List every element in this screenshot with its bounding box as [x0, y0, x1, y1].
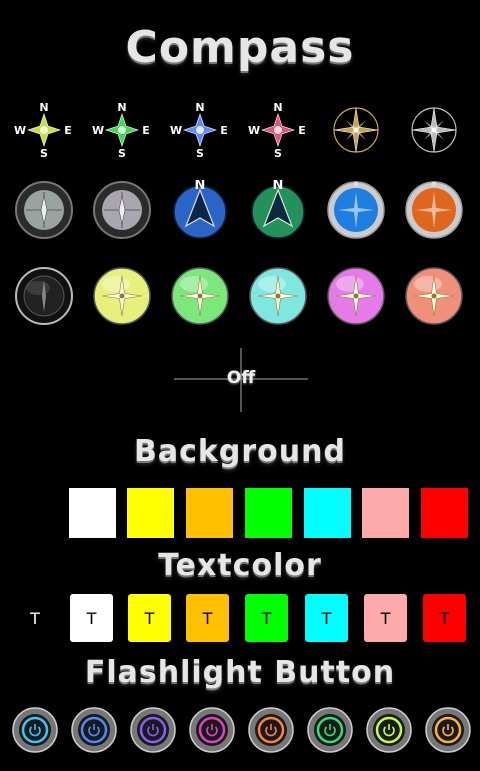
- svg-text:N: N: [195, 101, 204, 114]
- background-title: Background: [134, 434, 346, 469]
- svg-text:S: S: [40, 147, 48, 160]
- compass-rose-gold-icon[interactable]: [326, 100, 386, 160]
- svg-text:S: S: [196, 147, 204, 160]
- svg-text:E: E: [298, 124, 306, 137]
- power-icon: [248, 707, 294, 753]
- flashlight-button-lime[interactable]: [366, 707, 412, 753]
- textcolor-title: Textcolor: [158, 548, 322, 583]
- background-color-swatch[interactable]: [186, 488, 233, 538]
- flashlight-button-violet[interactable]: [130, 707, 176, 753]
- compass-star-blue-icon[interactable]: N S W E: [170, 100, 230, 160]
- compass-sphere-green-icon[interactable]: [170, 266, 230, 326]
- compass-dial-light-icon[interactable]: [92, 180, 152, 240]
- svg-text:W: W: [14, 124, 26, 137]
- compass-star-pink-icon[interactable]: N S W E: [248, 100, 308, 160]
- background-color-swatch[interactable]: [127, 488, 174, 538]
- compass-arrow-blue-icon[interactable]: N: [170, 180, 230, 240]
- textcolor-swatch[interactable]: T: [70, 594, 113, 642]
- svg-text:E: E: [142, 124, 150, 137]
- textcolor-swatch[interactable]: T: [364, 594, 407, 642]
- textcolor-plain-option[interactable]: T: [20, 594, 50, 642]
- power-icon: [71, 707, 117, 753]
- flashlight-button-magenta[interactable]: [189, 707, 235, 753]
- compass-star-yellow-icon[interactable]: N S W E: [14, 100, 74, 160]
- svg-text:E: E: [220, 124, 228, 137]
- app-title: Compass: [125, 22, 355, 73]
- power-icon: [189, 707, 235, 753]
- off-toggle[interactable]: Off: [174, 348, 308, 412]
- flashlight-button-orange[interactable]: [248, 707, 294, 753]
- textcolor-swatch[interactable]: T: [245, 594, 288, 642]
- compass-black-icon[interactable]: [14, 266, 74, 326]
- background-color-swatch[interactable]: [69, 488, 116, 538]
- textcolor-swatch[interactable]: T: [186, 594, 229, 642]
- background-color-swatch[interactable]: [304, 488, 351, 538]
- background-color-swatch[interactable]: [245, 488, 292, 538]
- svg-text:E: E: [64, 124, 72, 137]
- compass-sphere-salmon-icon[interactable]: [404, 266, 464, 326]
- textcolor-swatch[interactable]: T: [423, 594, 466, 642]
- power-icon: [425, 707, 471, 753]
- svg-text:S: S: [274, 147, 282, 160]
- power-icon: [130, 707, 176, 753]
- power-icon: [307, 707, 353, 753]
- svg-text:N: N: [273, 101, 282, 114]
- compass-star-green-icon[interactable]: N S W E: [92, 100, 152, 160]
- compass-bezel-blue-icon[interactable]: [326, 180, 386, 240]
- compass-bezel-orange-icon[interactable]: [404, 180, 464, 240]
- flashlight-button-blue[interactable]: [71, 707, 117, 753]
- compass-rose-silver-icon[interactable]: [404, 100, 464, 160]
- textcolor-swatch[interactable]: T: [305, 594, 348, 642]
- compass-sphere-cyan-icon[interactable]: [248, 266, 308, 326]
- compass-sphere-magenta-icon[interactable]: [326, 266, 386, 326]
- textcolor-swatch[interactable]: T: [128, 594, 171, 642]
- power-icon: [366, 707, 412, 753]
- off-label: Off: [226, 368, 256, 388]
- background-color-swatch[interactable]: [362, 488, 409, 538]
- svg-text:W: W: [248, 124, 260, 137]
- svg-text:W: W: [92, 124, 104, 137]
- compass-sphere-yellow-icon[interactable]: [92, 266, 152, 326]
- flashlight-button-amber[interactable]: [425, 707, 471, 753]
- svg-text:N: N: [117, 101, 126, 114]
- compass-arrow-green-icon[interactable]: N: [248, 180, 308, 240]
- svg-text:W: W: [170, 124, 182, 137]
- svg-text:N: N: [39, 101, 48, 114]
- svg-text:N: N: [195, 180, 206, 193]
- compass-dial-dark-icon[interactable]: [14, 180, 74, 240]
- svg-text:N: N: [273, 180, 284, 193]
- flashlight-button-cyan[interactable]: [12, 707, 58, 753]
- background-color-swatch[interactable]: [421, 488, 468, 538]
- flashlight-button-green[interactable]: [307, 707, 353, 753]
- svg-text:S: S: [118, 147, 126, 160]
- power-icon: [12, 707, 58, 753]
- flashlight-title: Flashlight Button: [84, 655, 396, 690]
